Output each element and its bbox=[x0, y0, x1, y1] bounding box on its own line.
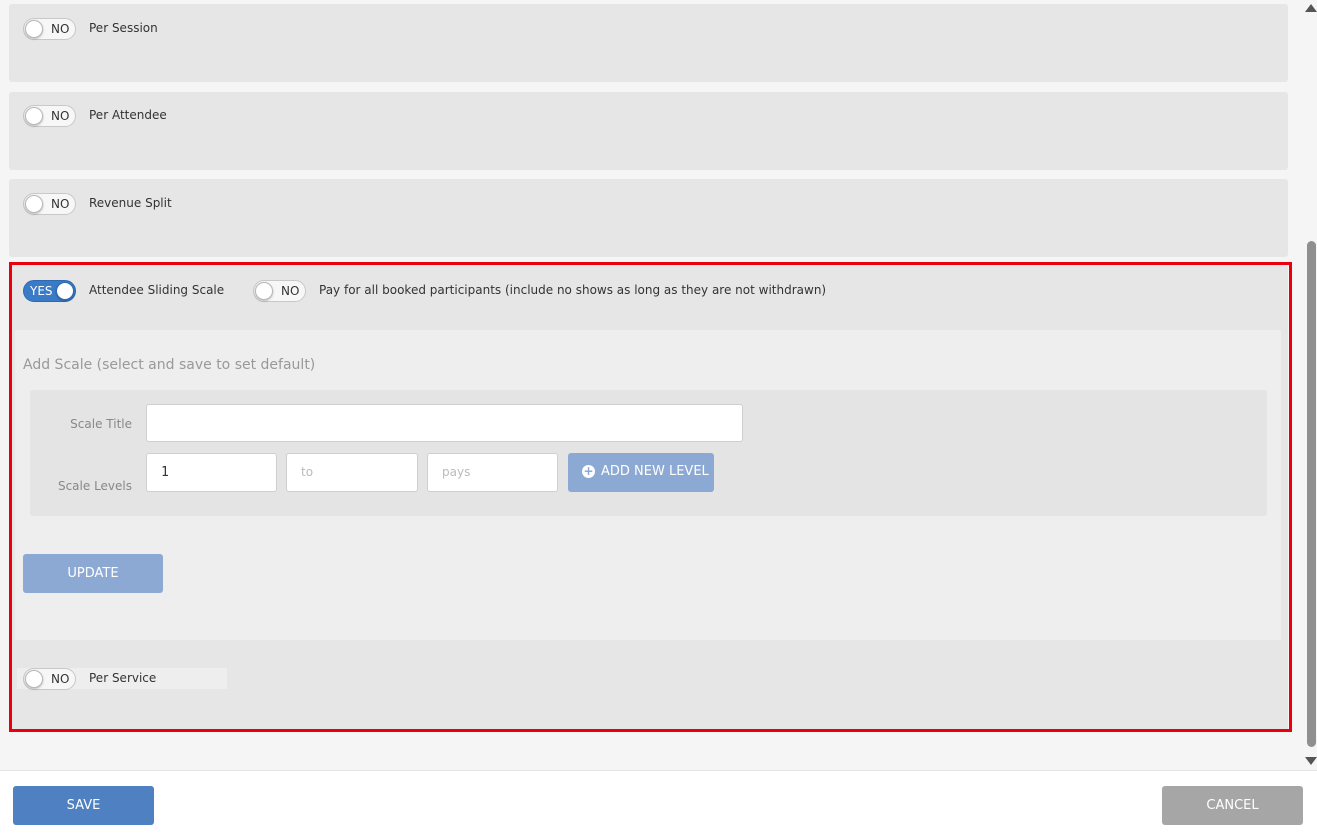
toggle-state: NO bbox=[51, 22, 70, 36]
per-session-label: Per Session bbox=[89, 21, 158, 35]
per-attendee-label: Per Attendee bbox=[89, 108, 167, 122]
footer bbox=[0, 770, 1317, 836]
revenue-split-panel bbox=[9, 179, 1288, 257]
toggle-knob bbox=[25, 195, 43, 213]
toggle-state: NO bbox=[51, 197, 70, 211]
per-session-toggle[interactable]: NO bbox=[23, 18, 76, 40]
toggle-knob bbox=[25, 20, 43, 38]
scrollbar-thumb[interactable] bbox=[1307, 241, 1316, 747]
save-button[interactable]: SAVE bbox=[13, 786, 154, 825]
toggle-knob bbox=[25, 107, 43, 125]
scroll-down-icon[interactable] bbox=[1305, 757, 1317, 765]
toggle-state: NO bbox=[51, 109, 70, 123]
revenue-split-label: Revenue Split bbox=[89, 196, 172, 210]
scroll-up-icon[interactable] bbox=[1305, 4, 1317, 12]
per-session-panel bbox=[9, 4, 1288, 82]
per-attendee-toggle[interactable]: NO bbox=[23, 105, 76, 127]
highlight-box bbox=[9, 262, 1292, 732]
cancel-button[interactable]: CANCEL bbox=[1162, 786, 1303, 825]
per-attendee-panel bbox=[9, 92, 1288, 170]
revenue-split-toggle[interactable]: NO bbox=[23, 193, 76, 215]
